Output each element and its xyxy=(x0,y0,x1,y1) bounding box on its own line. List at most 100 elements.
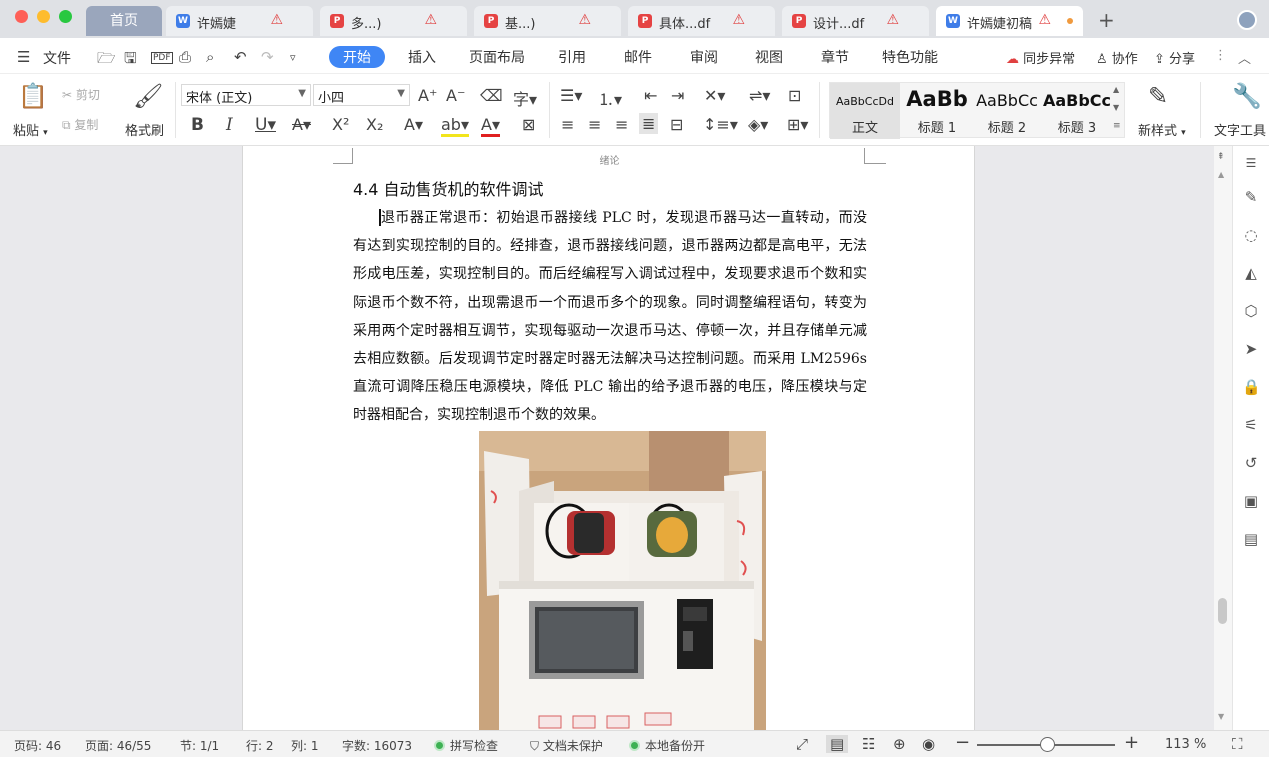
style-heading-3[interactable]: AaBbCc 标题 3 xyxy=(1042,83,1112,139)
tab-references[interactable]: 引用 xyxy=(558,47,586,67)
strikethrough-icon[interactable]: A▾ xyxy=(292,115,311,134)
reading-mode-icon[interactable]: ◉ xyxy=(922,735,935,753)
style-scroll-down-icon[interactable]: ▼ xyxy=(1113,103,1119,112)
show-marks-icon[interactable]: ⊡ xyxy=(788,86,801,105)
section-heading[interactable]: 4.4 自动售货机的软件调试 xyxy=(353,176,544,200)
tab-review[interactable]: 审阅 xyxy=(690,47,718,67)
page-view-icon[interactable]: ▤ xyxy=(826,735,849,753)
decrease-font-icon[interactable]: A⁻ xyxy=(446,86,465,105)
justify-icon[interactable]: ≣ xyxy=(639,113,659,134)
clear-format-icon[interactable]: ⌫ xyxy=(480,86,503,105)
tab-view[interactable]: 视图 xyxy=(755,47,783,67)
export-pdf-icon[interactable]: PDF xyxy=(151,52,173,64)
doc-tab-1[interactable]: W 许嫣婕 ⚠ xyxy=(166,6,313,36)
paste-button[interactable]: 粘贴 ▾ xyxy=(13,120,48,139)
status-word-count[interactable]: 字数: 16073 xyxy=(342,737,412,754)
panel-menu-icon[interactable]: ☰ xyxy=(1242,154,1260,172)
open-folder-icon[interactable]: 🗁 xyxy=(97,48,116,73)
tab-mail[interactable]: 邮件 xyxy=(624,47,652,67)
highlight-icon[interactable]: ab▾ xyxy=(441,115,469,137)
status-row[interactable]: 行: 2 xyxy=(246,737,274,754)
doc-tab-4[interactable]: P 具体...df ⚠ xyxy=(628,6,775,36)
redo-icon[interactable]: ↷ xyxy=(261,48,274,66)
distributed-align-icon[interactable]: ⊟ xyxy=(670,115,683,134)
status-col[interactable]: 列: 1 xyxy=(291,737,319,754)
more-dropdown-icon[interactable]: ▿ xyxy=(290,51,296,64)
style-heading-1[interactable]: AaBb 标题 1 xyxy=(902,83,972,139)
align-right-icon[interactable]: ≡ xyxy=(615,115,628,134)
zoom-level[interactable]: 113 % xyxy=(1165,737,1206,752)
status-section[interactable]: 节: 1/1 xyxy=(180,737,219,754)
char-border-icon[interactable]: ⊠ xyxy=(522,115,535,134)
bold-icon[interactable]: B xyxy=(191,115,204,135)
doc-protect-button[interactable]: ⛉ 文档未保护 xyxy=(530,737,603,754)
image-edit-icon[interactable]: ▣ xyxy=(1242,492,1260,510)
cursor-icon[interactable]: ➤ xyxy=(1242,340,1260,358)
hexagon-icon[interactable]: ⬡ xyxy=(1242,302,1260,320)
increase-indent-icon[interactable]: ⇥ xyxy=(671,86,684,105)
vertical-scrollbar[interactable]: ⇞ ▲ ▼ xyxy=(1214,146,1232,730)
shapes-icon[interactable]: ◌ xyxy=(1242,226,1260,244)
tab-home[interactable]: 首页 xyxy=(86,6,162,36)
zoom-in-button[interactable]: + xyxy=(1124,732,1139,753)
font-color-icon[interactable]: A▾ xyxy=(481,115,500,137)
settings-sliders-icon[interactable]: ⚟ xyxy=(1242,416,1260,434)
style-normal[interactable]: AaBbCcDd 正文 xyxy=(830,83,900,139)
document-page[interactable]: 绪论 4.4 自动售货机的软件调试 退币器正常退币：初始退币器接线 PLC 时，… xyxy=(242,146,975,730)
shading-icon[interactable]: ◈▾ xyxy=(748,115,768,134)
doc-tab-2[interactable]: P 多...) ⚠ xyxy=(320,6,467,36)
image-icon[interactable]: ▤ xyxy=(1242,530,1260,548)
tab-start[interactable]: 开始 xyxy=(329,46,385,68)
lock-icon[interactable]: 🔒 xyxy=(1242,378,1261,396)
tab-page-layout[interactable]: 页面布局 xyxy=(469,47,525,67)
web-view-icon[interactable]: ⊕ xyxy=(893,735,906,753)
line-spacing-icon[interactable]: ↕≡▾ xyxy=(703,115,738,134)
scrollbar-thumb[interactable] xyxy=(1218,598,1227,624)
font-size-select[interactable]: 小四 ▼ xyxy=(313,84,410,106)
collapse-ribbon-icon[interactable]: ︿ xyxy=(1238,48,1251,67)
scroll-down-icon[interactable]: ▼ xyxy=(1218,712,1224,721)
style-scroll-up-icon[interactable]: ▲ xyxy=(1113,85,1119,94)
fit-page-icon[interactable]: ⛶ xyxy=(1232,735,1243,753)
increase-font-icon[interactable]: A⁺ xyxy=(418,86,437,105)
history-icon[interactable]: ↺ xyxy=(1242,454,1260,472)
collab-button[interactable]: ♙ 协作 xyxy=(1096,48,1138,67)
pen-icon[interactable]: ✎ xyxy=(1242,188,1260,206)
text-direction-icon[interactable]: ⇌▾ xyxy=(749,86,770,105)
italic-icon[interactable]: I xyxy=(226,115,233,135)
share-button[interactable]: ⇪ 分享 xyxy=(1154,48,1195,67)
zoom-out-button[interactable]: − xyxy=(955,732,970,753)
fullscreen-icon[interactable]: ⤢ xyxy=(796,735,808,753)
numbered-list-icon[interactable]: ⒈▾ xyxy=(598,86,622,110)
doc-tab-6-active[interactable]: W 许嫣婕初稿 ⚠ xyxy=(936,6,1083,36)
doc-tab-5[interactable]: P 设计...df ⚠ xyxy=(782,6,929,36)
more-options-icon[interactable]: ⋮ xyxy=(1214,48,1227,63)
style-heading-2[interactable]: AaBbCc 标题 2 xyxy=(972,83,1042,139)
document-canvas[interactable]: 绪论 4.4 自动售货机的软件调试 退币器正常退币：初始退币器接线 PLC 时，… xyxy=(0,146,1232,730)
align-left-icon[interactable]: ≡ xyxy=(561,115,574,134)
status-page-code[interactable]: 页码: 46 xyxy=(14,737,61,754)
decrease-indent-icon[interactable]: ⇤ xyxy=(644,86,657,105)
undo-icon[interactable]: ↶ xyxy=(234,48,247,66)
doc-tab-3[interactable]: P 基...) ⚠ xyxy=(474,6,621,36)
copy-button[interactable]: ⧉ 复制 xyxy=(62,116,98,133)
new-style-icon[interactable]: ✎ xyxy=(1148,82,1168,110)
minimize-window-button[interactable] xyxy=(37,10,50,23)
borders-icon[interactable]: ⊞▾ xyxy=(787,115,808,134)
local-backup-button[interactable]: 本地备份开 xyxy=(629,737,705,754)
underline-icon[interactable]: U▾ xyxy=(255,115,276,135)
body-paragraph[interactable]: 退币器正常退币：初始退币器接线 PLC 时，发现退币器马达一直转动，而没有达到实… xyxy=(353,204,867,430)
format-painter-icon[interactable]: 🖌 xyxy=(133,82,163,110)
save-icon[interactable]: 🖫 xyxy=(124,48,137,73)
vending-machine-photo[interactable] xyxy=(479,431,766,730)
spell-check-button[interactable]: 拼写检查 xyxy=(434,737,498,754)
bullet-list-icon[interactable]: ☰▾ xyxy=(560,86,582,105)
chinese-layout-icon[interactable]: ✕▾ xyxy=(704,86,725,105)
subscript-icon[interactable]: X₂ xyxy=(366,115,383,134)
style-more-icon[interactable]: ≡ xyxy=(1113,121,1121,131)
tab-chapter[interactable]: 章节 xyxy=(821,47,849,67)
phonetic-guide-icon[interactable]: 字▾ xyxy=(513,86,537,110)
print-icon[interactable]: ⎙ xyxy=(179,48,191,66)
superscript-icon[interactable]: X² xyxy=(332,115,349,134)
print-preview-icon[interactable]: ⌕ xyxy=(206,48,214,66)
